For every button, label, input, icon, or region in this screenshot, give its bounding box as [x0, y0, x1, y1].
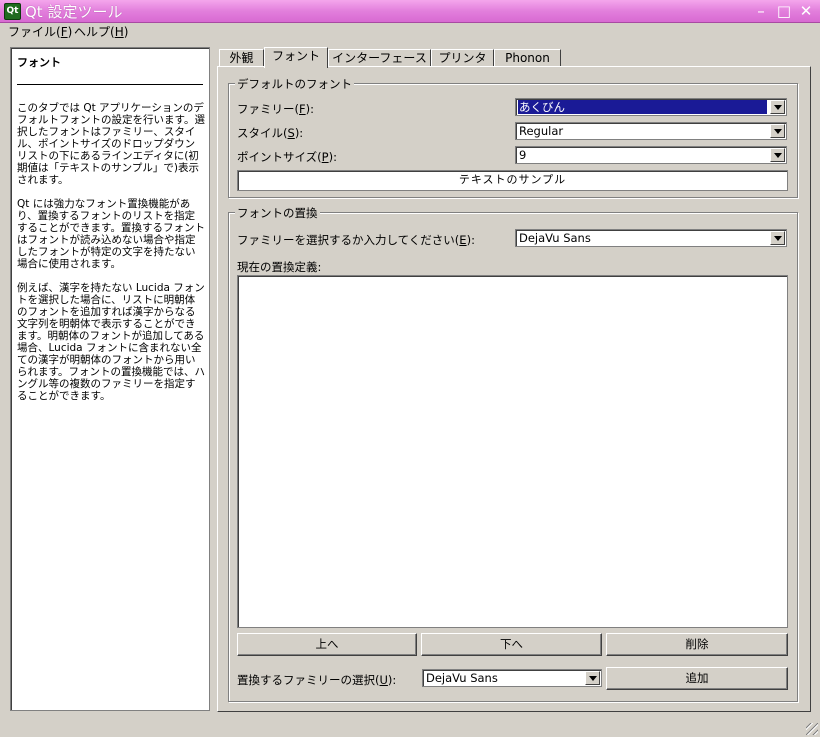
tab-fonts[interactable]: フォント	[264, 47, 328, 68]
choose-substitute-combo[interactable]: DejaVu Sans	[422, 669, 602, 687]
window-title: Qt 設定ツール	[25, 3, 123, 21]
tab-interface[interactable]: インターフェース	[328, 49, 431, 66]
menu-help[interactable]: ヘルプ(H)	[71, 23, 131, 40]
qt-app-icon: Qt	[4, 3, 21, 20]
chevron-down-icon[interactable]	[770, 148, 785, 162]
family-value: あくびん	[518, 100, 767, 114]
style-combo[interactable]: Regular	[515, 122, 787, 140]
sample-text-field[interactable]: テキストのサンプル	[237, 170, 788, 191]
current-substitutions-label: 現在の置換定義:	[237, 260, 322, 274]
chevron-down-icon[interactable]	[770, 100, 785, 114]
resize-grip-icon[interactable]	[806, 723, 818, 735]
minimize-icon[interactable]: –	[752, 2, 770, 20]
move-down-button[interactable]: 下へ	[421, 633, 602, 656]
menu-bar: ファイル(F) ヘルプ(H)	[0, 22, 820, 40]
help-divider	[17, 84, 203, 85]
chevron-down-icon[interactable]	[585, 671, 600, 685]
help-title: フォント	[17, 56, 61, 69]
help-panel[interactable]: フォント このタブでは Qt アプリケーションのデフォルトフォントの設定を行いま…	[10, 47, 210, 711]
style-label: スタイル(S):	[237, 126, 304, 140]
help-paragraph: このタブでは Qt アプリケーションのデフォルトフォントの設定を行います。選択し…	[17, 102, 205, 186]
tab-appearance[interactable]: 外観	[219, 49, 264, 66]
choose-substitute-label: 置換するファミリーの選択(U):	[237, 673, 397, 687]
style-value: Regular	[519, 124, 564, 138]
point-size-label: ポイントサイズ(P):	[237, 150, 337, 164]
add-button[interactable]: 追加	[606, 667, 788, 690]
substitutions-list[interactable]	[237, 275, 788, 628]
close-icon[interactable]: ✕	[797, 2, 815, 20]
maximize-icon[interactable]: □	[775, 2, 793, 20]
default-font-group-title: デフォルトのフォント	[235, 76, 354, 92]
substitute-family-combo[interactable]: DejaVu Sans	[515, 229, 787, 247]
family-label: ファミリー(F):	[237, 102, 314, 116]
move-up-button[interactable]: 上へ	[237, 633, 417, 656]
font-substitution-group-title: フォントの置換	[235, 205, 320, 221]
tab-phonon[interactable]: Phonon	[494, 49, 561, 66]
help-paragraph: Qt には強力なフォント置換機能があり、置換するフォントのリストを指定することが…	[17, 198, 205, 270]
menu-file[interactable]: ファイル(F)	[5, 23, 75, 40]
tab-printer[interactable]: プリンタ	[431, 49, 494, 66]
chevron-down-icon[interactable]	[770, 231, 785, 245]
choose-substitute-value: DejaVu Sans	[426, 671, 498, 685]
chevron-down-icon[interactable]	[770, 124, 785, 138]
family-combo[interactable]: あくびん	[515, 98, 787, 116]
help-body: このタブでは Qt アプリケーションのデフォルトフォントの設定を行います。選択し…	[17, 102, 205, 414]
title-bar[interactable]: Qt Qt 設定ツール – □ ✕	[0, 0, 820, 23]
substitute-family-label: ファミリーを選択するか入力してください(E):	[237, 233, 475, 247]
delete-button[interactable]: 削除	[606, 633, 788, 656]
help-paragraph: 例えば、漢字を持たない Lucida フォントを選択した場合に、リストに明朝体の…	[17, 282, 205, 402]
point-size-value: 9	[519, 148, 527, 162]
substitute-family-value: DejaVu Sans	[519, 231, 591, 245]
point-size-combo[interactable]: 9	[515, 146, 787, 164]
